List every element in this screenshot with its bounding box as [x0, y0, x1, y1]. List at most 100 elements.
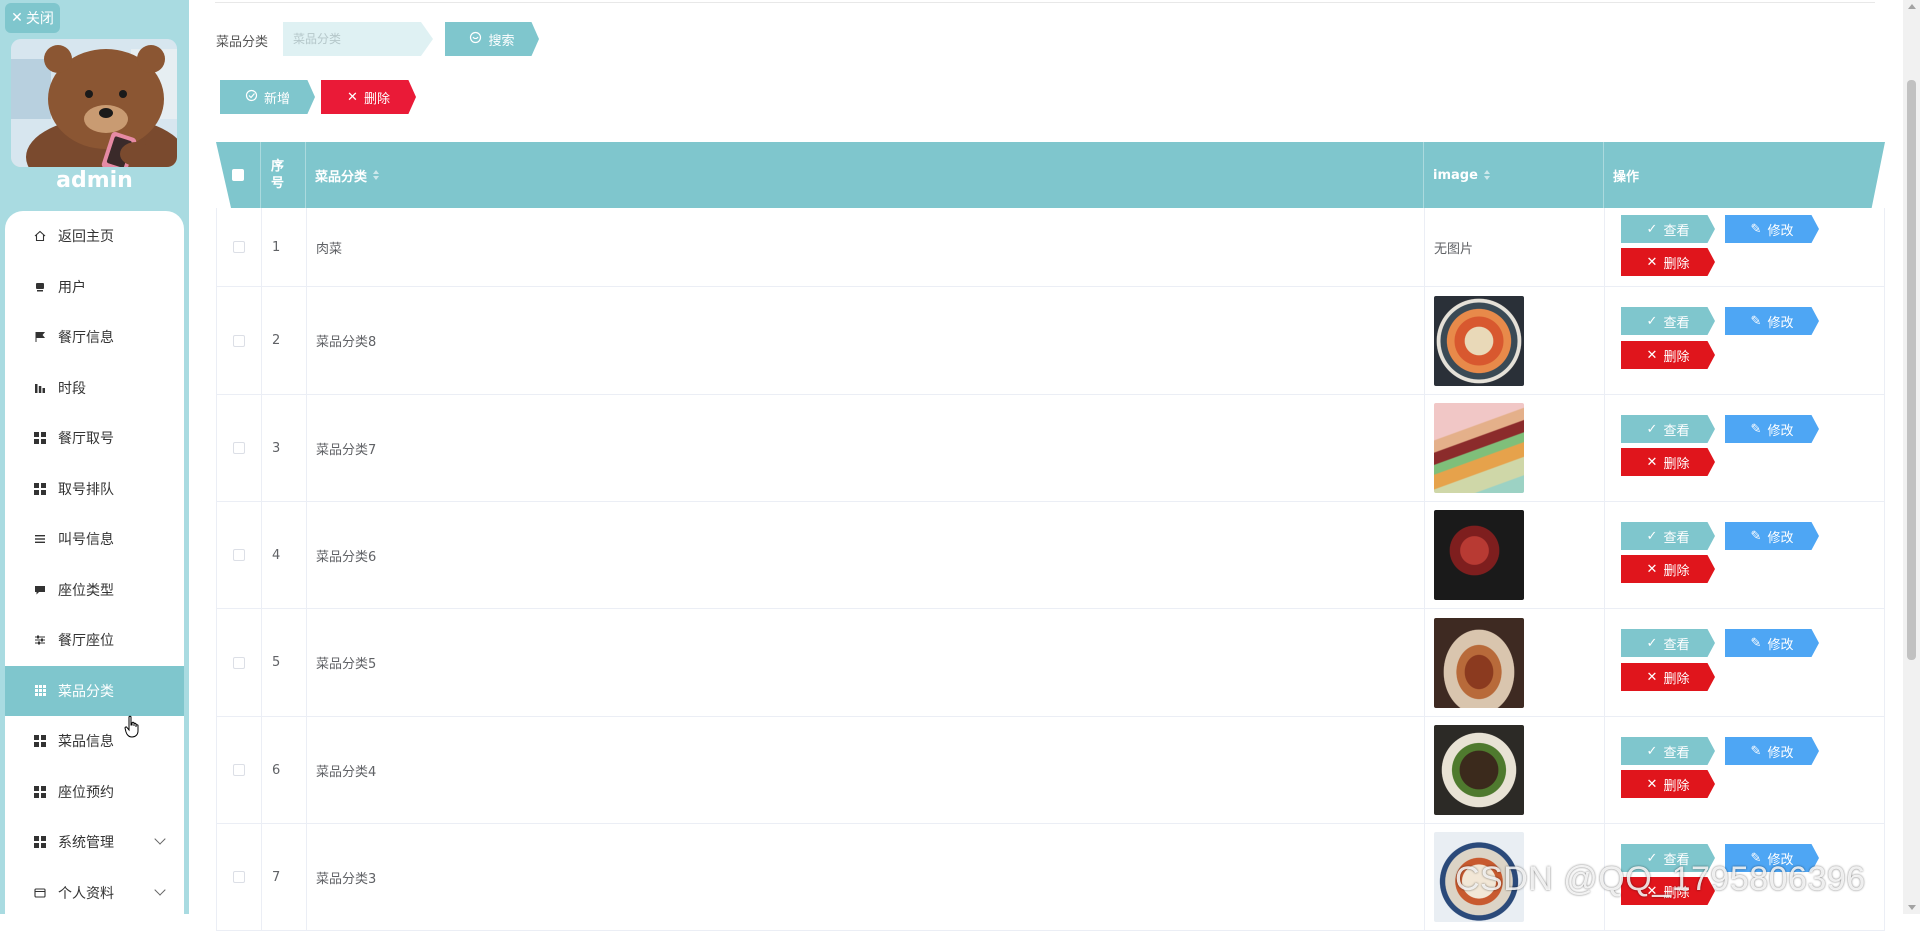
row-delete-button[interactable]: ✕ 删除 — [1621, 663, 1715, 691]
sort-icon[interactable] — [1483, 170, 1490, 180]
sidebar-item-queue[interactable]: 取号排队 — [5, 464, 184, 515]
sidebar-item-home[interactable]: 返回主页 — [5, 211, 184, 262]
view-button[interactable]: ✓ 查看 — [1621, 415, 1715, 443]
row-actions: ✓ 查看 ✎ 修改 ✕ 删除 — [1614, 609, 1886, 716]
view-button[interactable]: ✓ 查看 — [1621, 737, 1715, 765]
sidebar-item-profile[interactable]: 个人资料 — [5, 868, 184, 915]
search-input[interactable] — [283, 22, 433, 56]
chart-icon — [34, 382, 46, 394]
row-actions: ✓ 查看 ✎ 修改 ✕ 删除 — [1614, 502, 1886, 608]
view-button[interactable]: ✓ 查看 — [1621, 215, 1715, 243]
row-checkbox[interactable] — [233, 656, 245, 669]
batch-delete-button[interactable]: ✕ 删除 — [321, 80, 416, 114]
sidebar-item-seat-booking[interactable]: 座位预约 — [5, 767, 184, 818]
row-delete-button[interactable]: ✕ 删除 — [1621, 341, 1715, 369]
dish-image — [1434, 403, 1524, 493]
row-checkbox[interactable] — [233, 549, 245, 561]
row-no-image: 无图片 — [1425, 208, 1605, 286]
sidebar-item-label: 用户 — [58, 279, 86, 296]
sidebar-item-time-slot[interactable]: 时段 — [5, 363, 184, 414]
close-button[interactable]: ✕ 关闭 — [5, 3, 60, 33]
edit-button[interactable]: ✎ 修改 — [1725, 215, 1819, 243]
column-index: 序号 — [261, 142, 306, 208]
main-content: 菜品分类 搜索 新增 ✕ 删除 序号 菜品分类 image — [189, 0, 1900, 931]
edit-icon: ✎ — [1750, 635, 1762, 651]
search-label: 菜品分类 — [216, 35, 269, 50]
row-actions: ✓ 查看 ✎ 修改 ✕ 删除 — [1614, 287, 1886, 394]
add-icon — [245, 89, 258, 106]
view-button[interactable]: ✓ 查看 — [1621, 629, 1715, 657]
select-all-checkbox[interactable] — [232, 169, 244, 181]
row-delete-button[interactable]: ✕ 删除 — [1621, 248, 1715, 276]
dish-image — [1434, 295, 1524, 386]
row-index: 4 — [262, 502, 307, 608]
sidebar-item-dish-category[interactable]: 菜品分类 — [5, 665, 184, 716]
row-checkbox[interactable] — [233, 871, 245, 883]
edit-button[interactable]: ✎ 修改 — [1725, 629, 1819, 657]
close-icon: ✕ — [1646, 776, 1658, 792]
row-actions: ✓ 查看 ✎ 修改 ✕ 删除 — [1614, 395, 1886, 501]
sidebar-item-restaurant-info[interactable]: 餐厅信息 — [5, 312, 184, 363]
sort-icon[interactable] — [373, 170, 380, 180]
sidebar: ✕ 关闭 admin 返回主页 用户 餐厅信息 时段 餐厅取号 取号排队 叫号信… — [0, 0, 189, 914]
row-category: 菜品分类6 — [307, 502, 1425, 608]
grid-icon — [34, 482, 46, 495]
search-button[interactable]: 搜索 — [445, 22, 539, 56]
search-button-label: 搜索 — [488, 33, 515, 49]
column-image[interactable]: image — [1424, 142, 1604, 208]
row-category: 菜品分类8 — [307, 287, 1425, 394]
sidebar-item-label: 菜品信息 — [58, 734, 114, 751]
row-delete-button[interactable]: ✕ 删除 — [1621, 770, 1715, 798]
sidebar-item-seat-type[interactable]: 座位类型 — [5, 565, 184, 616]
table-row: 1 肉菜 无图片 ✓ 查看 ✎ 修改 ✕ 删除 — [216, 208, 1885, 287]
add-button[interactable]: 新增 — [220, 80, 315, 114]
row-category: 菜品分类4 — [307, 717, 1425, 823]
scroll-up-icon[interactable] — [1908, 4, 1916, 9]
check-icon: ✓ — [1646, 313, 1658, 329]
close-icon: ✕ — [347, 89, 358, 105]
row-index: 1 — [262, 208, 307, 286]
data-table: 序号 菜品分类 image 操作 1 肉菜 无图片 ✓查看 ✎修改 ✕删除 — [216, 142, 1885, 931]
column-category[interactable]: 菜品分类 — [306, 142, 1424, 208]
divider — [215, 2, 1875, 3]
row-checkbox[interactable] — [233, 442, 245, 454]
sidebar-item-call-number[interactable]: 叫号信息 — [5, 514, 184, 565]
sidebar-item-take-number[interactable]: 餐厅取号 — [5, 413, 184, 464]
view-button[interactable]: ✓ 查看 — [1621, 522, 1715, 550]
sidebar-item-label: 座位类型 — [58, 582, 114, 599]
user-icon — [34, 281, 46, 293]
scrollbar-thumb[interactable] — [1907, 80, 1916, 660]
chevron-down-icon — [154, 883, 166, 896]
row-category: 菜品分类3 — [307, 824, 1425, 930]
sidebar-item-user[interactable]: 用户 — [5, 262, 184, 313]
sidebar-item-label: 返回主页 — [58, 229, 114, 246]
edit-button[interactable]: ✎ 修改 — [1725, 307, 1819, 335]
close-icon: ✕ — [1646, 669, 1658, 685]
edit-button[interactable]: ✎ 修改 — [1725, 522, 1819, 550]
edit-button[interactable]: ✎ 修改 — [1725, 415, 1819, 443]
chevron-down-icon — [154, 833, 166, 845]
sidebar-item-system-management[interactable]: 系统管理 — [5, 817, 184, 868]
sidebar-item-label: 餐厅取号 — [58, 431, 114, 448]
row-checkbox[interactable] — [233, 334, 245, 347]
row-index: 7 — [262, 824, 307, 930]
vertical-scrollbar[interactable] — [1903, 0, 1920, 914]
scroll-down-icon[interactable] — [1908, 905, 1916, 910]
edit-icon: ✎ — [1750, 421, 1762, 437]
dish-image — [1434, 725, 1524, 815]
grid-icon — [34, 785, 46, 798]
sidebar-item-label: 餐厅座位 — [58, 633, 114, 650]
edit-button[interactable]: ✎ 修改 — [1725, 737, 1819, 765]
row-checkbox[interactable] — [233, 241, 245, 253]
sidebar-item-restaurant-seat[interactable]: 餐厅座位 — [5, 615, 184, 666]
avatar — [11, 39, 177, 167]
sidebar-item-dish-info[interactable]: 菜品信息 — [5, 716, 184, 767]
row-delete-button[interactable]: ✕ 删除 — [1621, 555, 1715, 583]
sidebar-item-label: 菜品分类 — [58, 683, 114, 700]
sidebar-item-label: 取号排队 — [58, 481, 114, 498]
view-button[interactable]: ✓ 查看 — [1621, 307, 1715, 335]
row-checkbox[interactable] — [233, 764, 245, 776]
row-delete-button[interactable]: ✕ 删除 — [1621, 448, 1715, 476]
dish-image — [1434, 510, 1524, 600]
table-header: 序号 菜品分类 image 操作 — [216, 142, 1885, 208]
